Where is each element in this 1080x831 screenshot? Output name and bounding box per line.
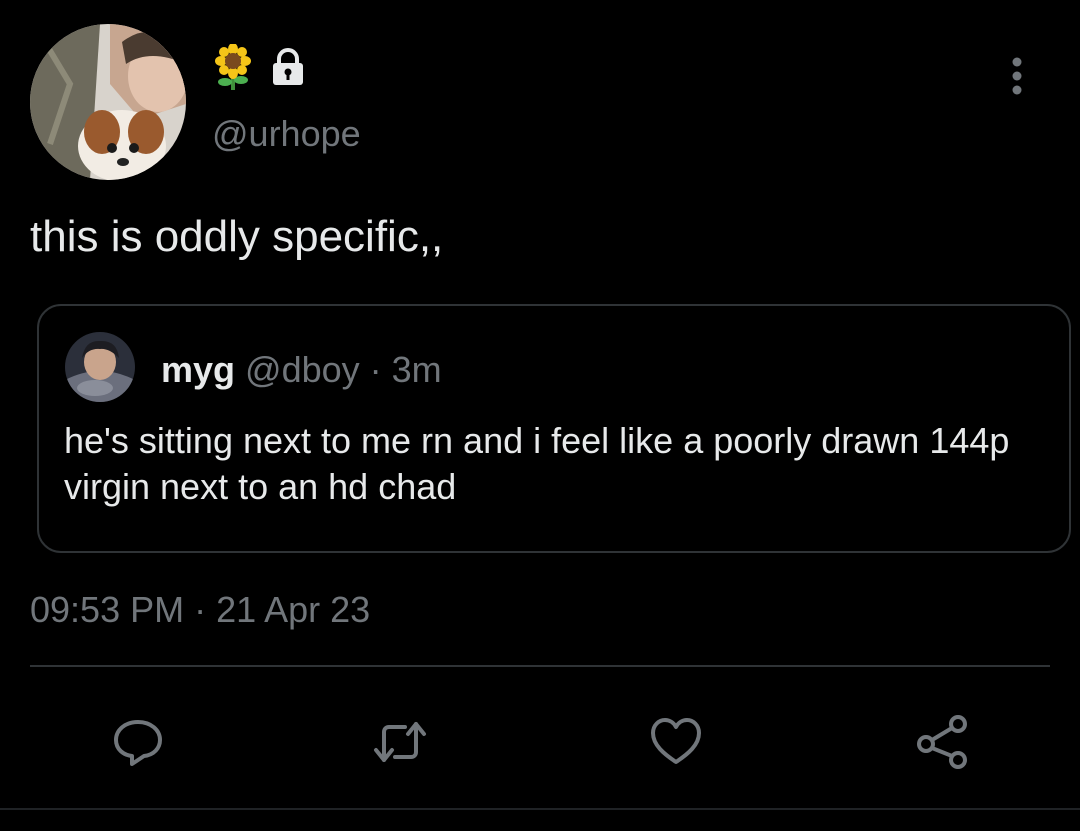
sunflower-icon bbox=[215, 44, 251, 90]
quoted-tweet-card[interactable]: myg @dboy · 3m he's sitting next to me r… bbox=[37, 304, 1071, 553]
reply-icon[interactable] bbox=[110, 714, 166, 770]
quoted-author-name[interactable]: myg bbox=[161, 349, 235, 390]
avatar-image bbox=[30, 24, 186, 180]
like-icon[interactable] bbox=[648, 714, 704, 770]
tweet-timestamp: 09:53 PM · 21 Apr 23 bbox=[30, 589, 371, 630]
more-options-icon[interactable] bbox=[1000, 54, 1034, 98]
divider bbox=[30, 665, 1050, 667]
author-handle[interactable]: @urhope bbox=[212, 112, 361, 156]
author-display-name[interactable] bbox=[212, 44, 308, 90]
quoted-tweet-text: he's sitting next to me rn and i feel li… bbox=[64, 420, 1010, 507]
quoted-author-handle[interactable]: @dboy bbox=[245, 349, 360, 390]
bottom-divider bbox=[0, 808, 1080, 810]
tweet-text: this is oddly specific,, bbox=[30, 212, 444, 261]
share-icon[interactable] bbox=[914, 714, 970, 770]
quoted-tweet-age: · 3m bbox=[359, 349, 442, 390]
quoted-tweet-header: myg @dboy · 3m bbox=[161, 348, 442, 392]
quoted-author-avatar[interactable] bbox=[65, 332, 135, 402]
author-avatar[interactable] bbox=[30, 24, 186, 180]
retweet-icon[interactable] bbox=[372, 714, 428, 770]
quoted-avatar-image bbox=[65, 332, 135, 402]
lock-icon bbox=[273, 48, 303, 85]
